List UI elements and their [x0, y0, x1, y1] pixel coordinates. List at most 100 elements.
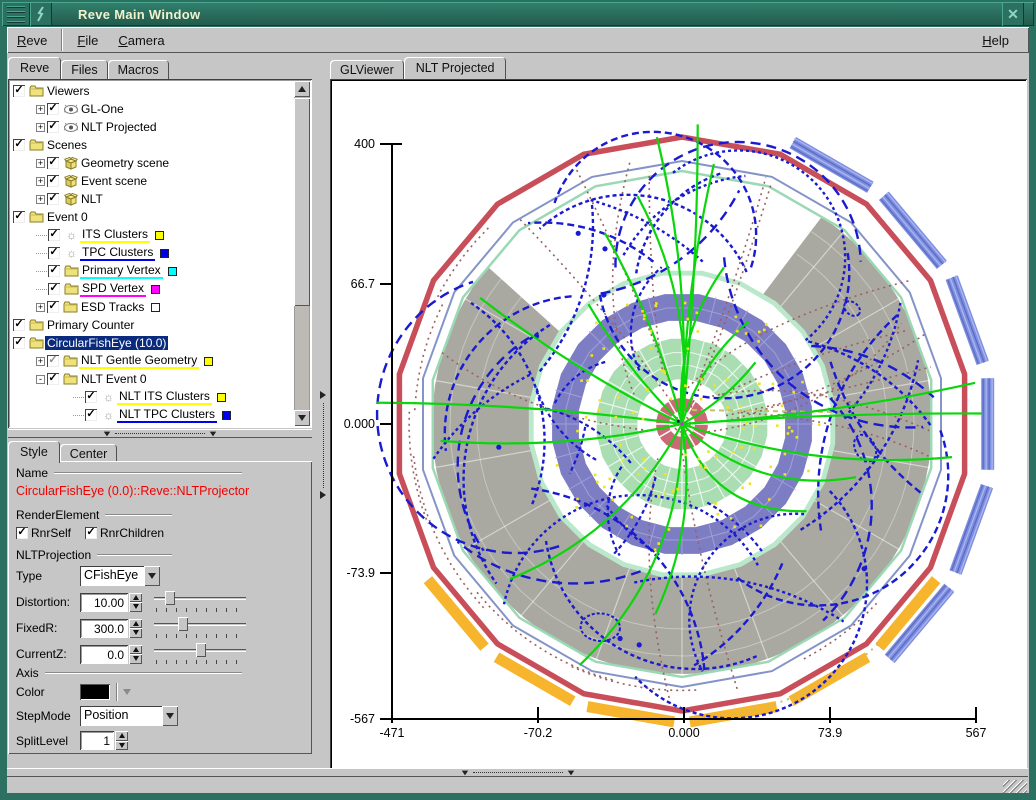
expand-icon[interactable]: + [36, 303, 45, 312]
visibility-checkbox[interactable]: ✓ [47, 175, 59, 187]
tree-item-label[interactable]: Primary Vertex [80, 263, 163, 279]
tree-item-nlt-gentle-geometry[interactable]: +✓ NLT Gentle Geometry [36, 352, 213, 370]
color-chip[interactable] [155, 231, 164, 240]
resize-grip[interactable] [1003, 780, 1027, 793]
tree-item-label[interactable]: SPD Vertex [80, 281, 146, 297]
tree-item-label[interactable]: ITS Clusters [80, 227, 150, 243]
tree-item-viewers[interactable]: ✓ Viewers [13, 82, 91, 100]
window-menu-icon[interactable] [2, 2, 30, 26]
tree-item-event-0[interactable]: ✓ Event 0 [13, 208, 90, 226]
tree-item-primary-vertex[interactable]: ✓ Primary Vertex [36, 262, 177, 280]
field-spinner[interactable] [129, 593, 142, 612]
menu-help[interactable]: Help [972, 29, 1019, 52]
tree-item-label[interactable]: Scenes [45, 138, 89, 152]
title-bar[interactable]: Reve Main Window ✕ [2, 2, 1034, 26]
bottom-splitter[interactable] [7, 768, 1028, 777]
splitlevel-spinner[interactable] [115, 731, 128, 750]
visibility-checkbox[interactable]: ✓ [13, 319, 25, 331]
field-spinner[interactable] [129, 645, 142, 664]
tree-item-nlt-event-0[interactable]: -✓NLT Event 0 [36, 370, 149, 388]
tree-item-nlt-its-clusters[interactable]: ✓☼NLT ITS Clusters [73, 388, 226, 406]
tree-item-esd-tracks[interactable]: +✓ ESD Tracks [36, 298, 160, 316]
visibility-checkbox[interactable]: ✓ [48, 229, 60, 241]
color-chip[interactable] [160, 249, 169, 258]
expand-icon[interactable]: + [36, 105, 45, 114]
nlt-projected-viewport[interactable]: 40066.70.000-73.9-567-471-70.20.00073.95… [330, 79, 1027, 770]
field-entry[interactable]: 300.0 [80, 619, 128, 638]
tree-item-label[interactable]: Viewers [45, 84, 91, 98]
visibility-checkbox[interactable]: ✓ [47, 301, 59, 313]
visibility-checkbox[interactable]: ✓ [13, 211, 25, 223]
app-bolt-icon[interactable] [30, 2, 52, 26]
visibility-checkbox[interactable]: ✓ [13, 337, 25, 349]
scroll-down-icon[interactable] [294, 410, 310, 426]
tree-item-spd-vertex[interactable]: ✓ SPD Vertex [36, 280, 160, 298]
visibility-checkbox[interactable]: ✓ [47, 121, 59, 133]
visibility-checkbox[interactable]: ✓ [85, 409, 97, 421]
event-display-canvas[interactable]: 40066.70.000-73.9-567-471-70.20.00073.95… [333, 82, 1023, 767]
field-slider[interactable] [154, 617, 246, 639]
expand-icon[interactable]: + [36, 357, 45, 366]
splitlevel-entry[interactable]: 1 [80, 731, 114, 750]
tree-editor-splitter[interactable] [8, 429, 312, 438]
tab-glviewer[interactable]: GLViewer [330, 60, 404, 79]
tab-nlt-projected[interactable]: NLT Projected [404, 57, 507, 79]
tree-item-nlt-tpc-clusters[interactable]: ✓☼NLT TPC Clusters [73, 406, 231, 423]
tree-item-its-clusters[interactable]: ✓☼ITS Clusters [36, 226, 164, 244]
tab-style[interactable]: Style [8, 441, 60, 463]
tree-item-primary-counter[interactable]: ✓Primary Counter [13, 316, 136, 334]
color-chip[interactable] [222, 411, 231, 420]
tree-item-label[interactable]: NLT Gentle Geometry [79, 353, 199, 369]
checkbox-rnrself[interactable]: ✓RnrSelf [16, 526, 71, 540]
tree-item-label[interactable]: Event 0 [45, 210, 90, 224]
visibility-checkbox[interactable]: ✓ [85, 391, 97, 403]
tree-item-label[interactable]: Event scene [79, 174, 149, 188]
tree-item-label[interactable]: TPC Clusters [80, 245, 155, 261]
menu-camera[interactable]: Camera [108, 29, 174, 52]
axis-color-swatch[interactable] [80, 684, 110, 700]
expand-icon[interactable]: + [36, 159, 45, 168]
tree-item-circularfisheye-10-0-[interactable]: ✓CircularFishEye (10.0) [13, 334, 168, 352]
tree-item-label[interactable]: NLT ITS Clusters [117, 389, 212, 405]
tree-item-label[interactable]: NLT Event 0 [79, 372, 149, 386]
menu-reve[interactable]: Reve [7, 29, 57, 52]
stepmode-combobox[interactable]: Position [80, 706, 178, 726]
close-icon[interactable]: ✕ [1002, 2, 1024, 26]
tab-macros[interactable]: Macros [108, 60, 169, 79]
chevron-down-icon[interactable] [144, 566, 160, 586]
tree-item-label[interactable]: ESD Tracks [79, 300, 146, 314]
scrollbar-thumb[interactable] [294, 98, 310, 306]
tree-item-label[interactable]: NLT TPC Clusters [117, 407, 217, 423]
tab-files[interactable]: Files [61, 60, 107, 79]
visibility-checkbox[interactable]: ✓ [47, 157, 59, 169]
chevron-down-icon[interactable] [162, 706, 178, 726]
color-chip[interactable] [217, 393, 226, 402]
tree-scrollbar[interactable] [294, 81, 310, 426]
visibility-checkbox[interactable]: ✓ [48, 265, 60, 277]
tree-item-label[interactable]: GL-One [79, 102, 126, 116]
tree-item-tpc-clusters[interactable]: ✓☼TPC Clusters [36, 244, 169, 262]
field-entry[interactable]: 0.0 [80, 645, 128, 664]
tab-reve[interactable]: Reve [8, 57, 61, 79]
tree-item-label[interactable]: NLT Projected [79, 120, 159, 134]
visibility-checkbox[interactable]: ✓ [47, 193, 59, 205]
color-chip[interactable] [168, 267, 177, 276]
field-slider[interactable] [154, 591, 246, 613]
tree-item-event-scene[interactable]: +✓Event scene [36, 172, 149, 190]
menu-file[interactable]: File [67, 29, 108, 52]
visibility-checkbox[interactable]: ✓ [47, 355, 59, 367]
color-chip[interactable] [204, 357, 213, 366]
color-dropdown-icon[interactable] [123, 689, 131, 695]
tree-item-scenes[interactable]: ✓ Scenes [13, 136, 89, 154]
field-slider[interactable] [154, 643, 246, 665]
expand-icon[interactable]: + [36, 123, 45, 132]
visibility-checkbox[interactable]: ✓ [13, 139, 25, 151]
checkbox-rnrchildren[interactable]: ✓RnrChildren [85, 526, 164, 540]
tree-item-nlt[interactable]: +✓NLT [36, 190, 105, 208]
visibility-checkbox[interactable]: ✓ [13, 85, 25, 97]
tree-item-label[interactable]: NLT [79, 192, 105, 206]
visibility-checkbox[interactable]: ✓ [48, 247, 60, 259]
visibility-checkbox[interactable]: ✓ [48, 283, 60, 295]
tree-item-gl-one[interactable]: +✓GL-One [36, 100, 126, 118]
tree-item-nlt-projected[interactable]: +✓ NLT Projected [36, 118, 159, 136]
